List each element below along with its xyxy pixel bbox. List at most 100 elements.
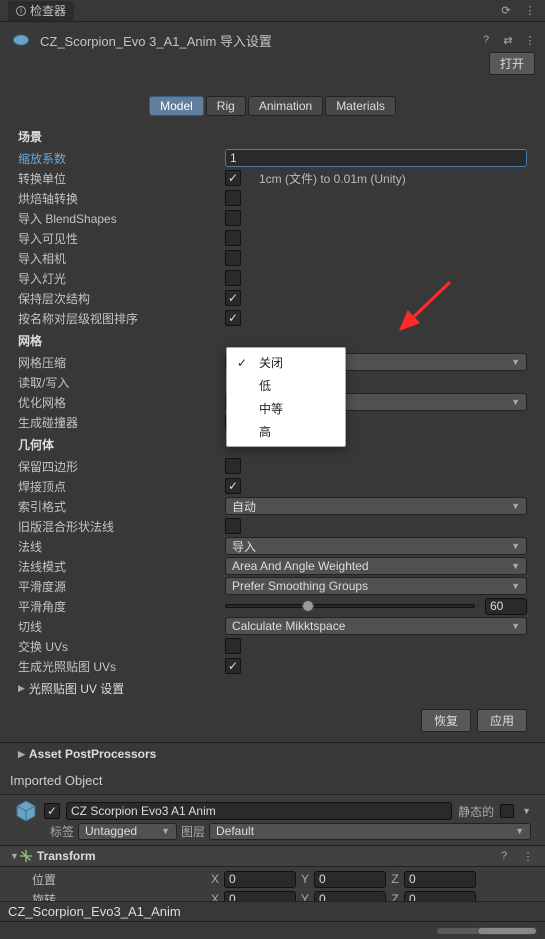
divider xyxy=(0,742,545,743)
cameras-checkbox[interactable] xyxy=(225,250,241,266)
weld-checkbox[interactable]: ✓ xyxy=(225,478,241,494)
blendshapes-checkbox[interactable] xyxy=(225,210,241,226)
chevron-down-icon[interactable]: ▼ xyxy=(522,806,531,816)
inspector-tab[interactable]: i 检查器 xyxy=(8,1,74,21)
scale-factor-input[interactable] xyxy=(225,149,527,167)
open-button[interactable]: 打开 xyxy=(489,52,535,75)
cameras-label: 导入相机 xyxy=(18,250,225,267)
kebab-icon[interactable]: ⋮ xyxy=(523,33,537,47)
apply-button[interactable]: 应用 xyxy=(477,709,527,732)
tab-materials[interactable]: Materials xyxy=(325,96,396,116)
tangents-dropdown[interactable]: Calculate Mikktspace▼ xyxy=(225,617,527,635)
popup-item-high[interactable]: 高 xyxy=(227,420,345,443)
lights-checkbox[interactable] xyxy=(225,270,241,286)
tag-dropdown[interactable]: Untagged▼ xyxy=(78,823,177,840)
gen-lightmap-label: 生成光照贴图 UVs xyxy=(18,658,225,675)
swap-uvs-label: 交换 UVs xyxy=(18,638,225,655)
normals-value: 导入 xyxy=(232,538,256,555)
preset-icon[interactable]: ⇄ xyxy=(501,33,515,47)
sort-by-name-checkbox[interactable]: ✓ xyxy=(225,310,241,326)
gameobject-enabled-checkbox[interactable]: ✓ xyxy=(44,803,60,819)
gameobject-name-input[interactable] xyxy=(66,802,452,820)
chevron-down-icon: ▼ xyxy=(511,501,520,511)
lightmap-settings-foldout[interactable]: ▶ 光照贴图 UV 设置 xyxy=(18,680,527,697)
transform-label: Transform xyxy=(37,849,96,863)
mesh-compression-popup: ✓关闭 低 中等 高 xyxy=(226,347,346,447)
visibility-checkbox[interactable] xyxy=(225,230,241,246)
legacy-blend-label: 旧版混合形状法线 xyxy=(18,518,225,535)
section-scene-header: 场景 xyxy=(18,128,527,145)
chevron-down-icon: ▼ xyxy=(511,541,520,551)
preview-zoom-slider[interactable] xyxy=(437,928,537,934)
normals-mode-dropdown[interactable]: Area And Angle Weighted ▼ xyxy=(225,557,527,575)
chevron-down-icon: ▼ xyxy=(511,581,520,591)
transform-icon xyxy=(19,849,33,863)
smoothing-angle-slider[interactable] xyxy=(225,604,475,608)
normals-mode-value: Area And Angle Weighted xyxy=(232,559,369,573)
post-processors-foldout[interactable]: ▶Asset PostProcessors xyxy=(18,747,527,761)
inspector-window-header: i 检查器 ⟳ ⋮ xyxy=(0,0,545,22)
swap-uvs-checkbox[interactable] xyxy=(225,638,241,654)
post-processors-label: Asset PostProcessors xyxy=(29,747,156,761)
position-z-input[interactable] xyxy=(404,871,476,888)
keep-quads-checkbox[interactable] xyxy=(225,458,241,474)
chevron-down-icon: ▼ xyxy=(511,561,520,571)
weld-label: 焊接顶点 xyxy=(18,478,225,495)
gen-lightmap-checkbox[interactable]: ✓ xyxy=(225,658,241,674)
index-format-dropdown[interactable]: 自动 ▼ xyxy=(225,497,527,515)
colliders-label: 生成碰撞器 xyxy=(18,414,225,431)
asset-type-icon xyxy=(8,27,34,53)
chevron-right-icon: ▶ xyxy=(18,683,25,694)
convert-units-checkbox[interactable]: ✓ xyxy=(225,170,241,186)
tab-rig[interactable]: Rig xyxy=(206,96,246,116)
help-icon[interactable]: ? xyxy=(479,33,493,47)
index-format-label: 索引格式 xyxy=(18,498,225,515)
popup-item-off[interactable]: ✓关闭 xyxy=(227,351,345,374)
position-y-input[interactable] xyxy=(314,871,386,888)
index-format-value: 自动 xyxy=(232,498,256,515)
chevron-down-icon: ▼ xyxy=(511,357,520,367)
chevron-down-icon: ▼ xyxy=(511,397,520,407)
importer-tabs: Model Rig Animation Materials xyxy=(0,86,545,124)
smoothing-source-dropdown[interactable]: Prefer Smoothing Groups ▼ xyxy=(225,577,527,595)
info-icon: i xyxy=(16,6,26,16)
position-label: 位置 xyxy=(14,871,206,888)
tangents-label: 切线 xyxy=(18,618,225,635)
static-label: 静态的 xyxy=(458,803,494,820)
convert-units-label: 转换单位 xyxy=(18,170,225,187)
legacy-blend-checkbox[interactable] xyxy=(225,518,241,534)
bake-axis-checkbox[interactable] xyxy=(225,190,241,206)
smoothing-source-value: Prefer Smoothing Groups xyxy=(232,579,368,593)
layer-label: 图层 xyxy=(181,823,205,840)
transform-component-header[interactable]: ▼ Transform ? ⋮ xyxy=(0,845,545,867)
tab-model[interactable]: Model xyxy=(149,96,204,116)
layer-dropdown[interactable]: Default▼ xyxy=(209,823,531,840)
preserve-hierarchy-checkbox[interactable]: ✓ xyxy=(225,290,241,306)
tangents-value: Calculate Mikktspace xyxy=(232,619,345,633)
keep-quads-label: 保留四边形 xyxy=(18,458,225,475)
sort-by-name-label: 按名称对层级视图排序 xyxy=(18,310,225,327)
normals-dropdown[interactable]: 导入 ▼ xyxy=(225,537,527,555)
readwrite-label: 读取/写入 xyxy=(18,374,225,391)
preview-scrubber xyxy=(0,921,545,939)
position-x-input[interactable] xyxy=(224,871,296,888)
kebab-icon[interactable]: ⋮ xyxy=(523,4,537,18)
lock-icon[interactable]: ⟳ xyxy=(499,4,513,18)
normals-label: 法线 xyxy=(18,538,225,555)
tag-label: 标签 xyxy=(50,823,74,840)
revert-button[interactable]: 恢复 xyxy=(421,709,471,732)
static-checkbox[interactable] xyxy=(500,804,514,818)
chevron-down-icon: ▼ xyxy=(10,851,19,861)
popup-item-low[interactable]: 低 xyxy=(227,374,345,397)
check-icon: ✓ xyxy=(237,356,251,370)
lightmap-settings-label: 光照贴图 UV 设置 xyxy=(29,680,124,697)
popup-item-medium[interactable]: 中等 xyxy=(227,397,345,420)
kebab-icon[interactable]: ⋮ xyxy=(521,849,535,863)
lights-label: 导入灯光 xyxy=(18,270,225,287)
visibility-label: 导入可见性 xyxy=(18,230,225,247)
help-icon[interactable]: ? xyxy=(497,849,511,863)
preserve-hierarchy-label: 保持层次结构 xyxy=(18,290,225,307)
smoothing-angle-value[interactable]: 60 xyxy=(485,598,527,615)
tab-animation[interactable]: Animation xyxy=(248,96,323,116)
prefab-icon xyxy=(14,799,38,823)
